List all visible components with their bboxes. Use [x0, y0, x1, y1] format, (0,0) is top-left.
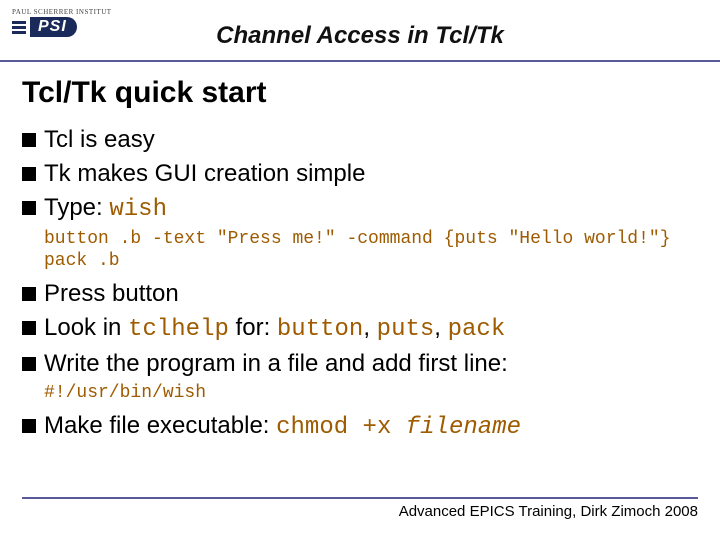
bullet-square-icon — [22, 133, 36, 147]
bullet-square-icon — [22, 167, 36, 181]
bullet-square-icon — [22, 321, 36, 335]
bullet-text-mid: for: — [229, 314, 277, 341]
slide: PAUL SCHERRER INSTITUT PSI Channel Acces… — [0, 0, 720, 540]
bullet-square-icon — [22, 287, 36, 301]
code-inline: puts — [377, 316, 435, 343]
bullet-text: Tk makes GUI creation simple — [44, 158, 365, 190]
bullet-item: Type: wish — [22, 192, 698, 226]
bullet-item: Press button — [22, 278, 698, 310]
logo-institute-text: PAUL SCHERRER INSTITUT — [12, 8, 112, 16]
bullet-sep: , — [434, 314, 447, 341]
code-line: button .b -text "Press me!" -command {pu… — [44, 229, 671, 249]
bullet-square-icon — [22, 201, 36, 215]
bullet-item: Tk makes GUI creation simple — [22, 158, 698, 190]
bullet-text-pre: Look in — [44, 314, 128, 341]
section-title: Tcl/Tk quick start — [22, 76, 698, 110]
bullet-square-icon — [22, 357, 36, 371]
slide-body: Tcl/Tk quick start Tcl is easy Tk makes … — [0, 62, 720, 444]
code-inline: tclhelp — [128, 316, 229, 343]
code-inline: button — [277, 316, 363, 343]
code-inline: pack — [448, 316, 506, 343]
code-arg: filename — [406, 414, 521, 441]
bullet-text: Tcl is easy — [44, 124, 155, 156]
code-block: button .b -text "Press me!" -command {pu… — [44, 228, 698, 272]
bullet-item: Make file executable: chmod +x filename — [22, 410, 698, 444]
bullet-text: Write the program in a file and add firs… — [44, 348, 508, 380]
bullet-square-icon — [22, 419, 36, 433]
bullet-sep: , — [363, 314, 376, 341]
bullet-text: Look in tclhelp for: button, puts, pack — [44, 312, 505, 346]
bullet-text: Make file executable: chmod +x filename — [44, 410, 521, 444]
bullet-item: Look in tclhelp for: button, puts, pack — [22, 312, 698, 346]
slide-footer: Advanced EPICS Training, Dirk Zimoch 200… — [22, 497, 698, 520]
code-block: #!/usr/bin/wish — [44, 382, 698, 404]
slide-title: Channel Access in Tcl/Tk — [0, 22, 720, 50]
bullet-item: Write the program in a file and add firs… — [22, 348, 698, 380]
bullet-text: Press button — [44, 278, 179, 310]
code-inline: chmod +x — [276, 414, 406, 441]
code-line: #!/usr/bin/wish — [44, 383, 206, 403]
bullet-text-pre: Make file executable: — [44, 412, 276, 439]
code-inline: wish — [109, 196, 167, 223]
bullet-text: Type: wish — [44, 192, 167, 226]
code-line: pack .b — [44, 251, 120, 271]
slide-header: PAUL SCHERRER INSTITUT PSI Channel Acces… — [0, 0, 720, 62]
bullet-item: Tcl is easy — [22, 124, 698, 156]
bullet-text-pre: Type: — [44, 194, 109, 221]
